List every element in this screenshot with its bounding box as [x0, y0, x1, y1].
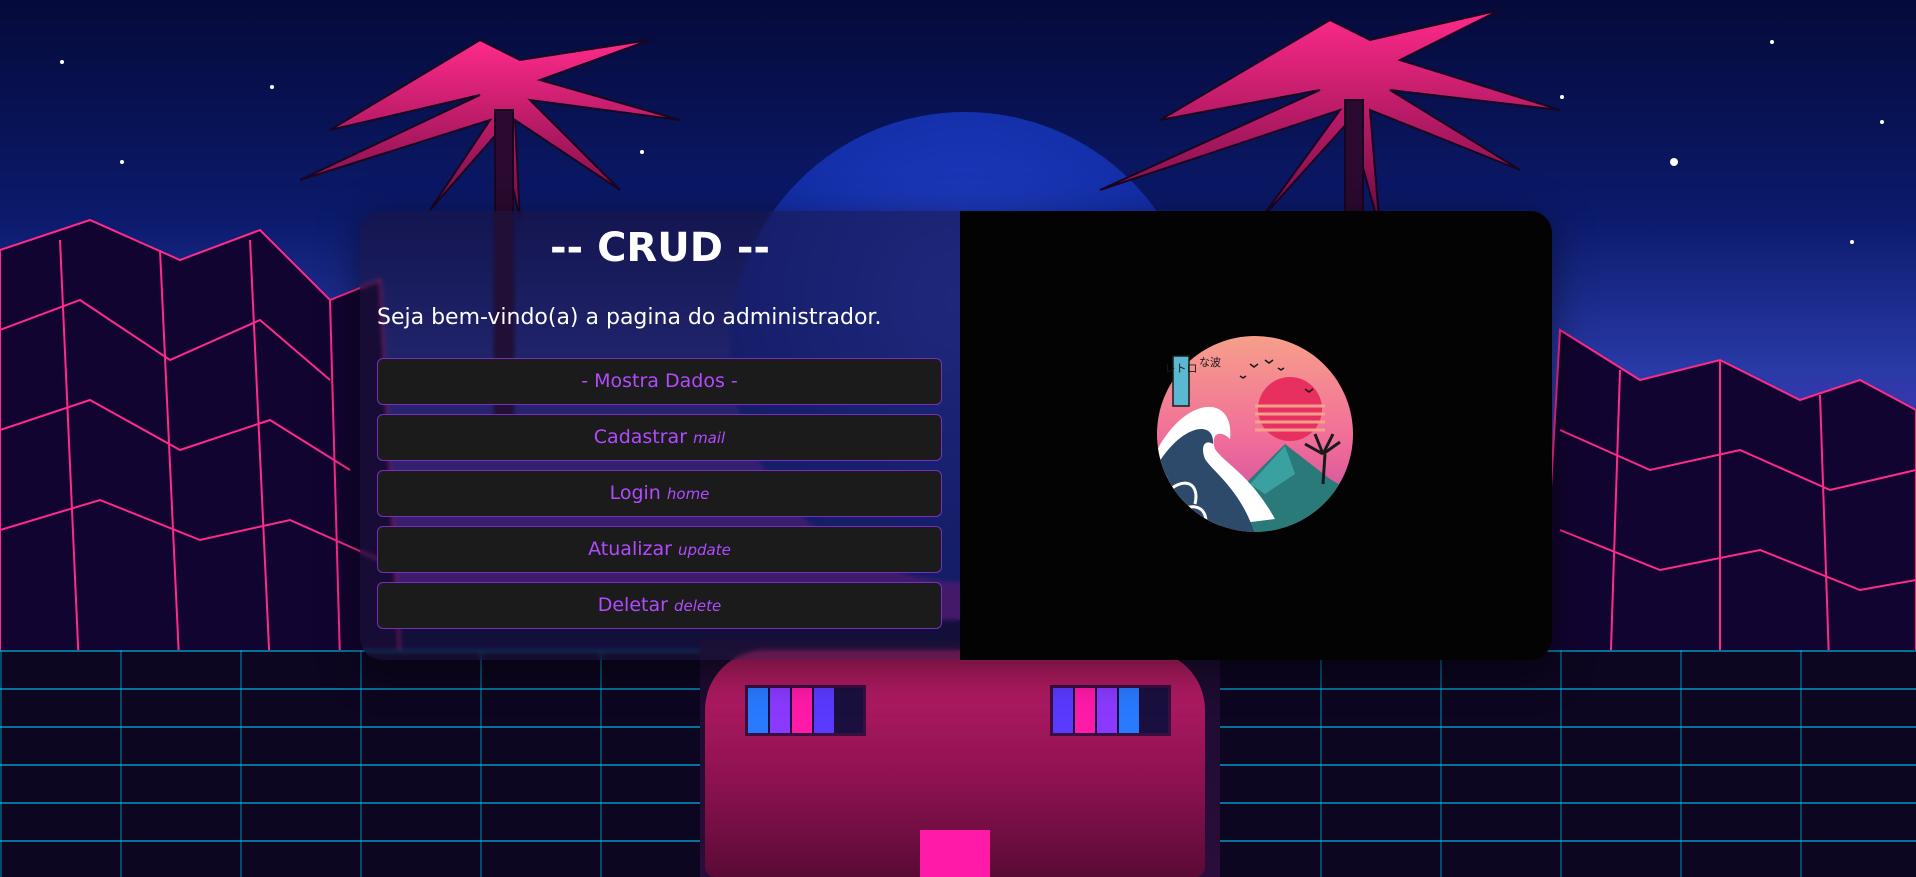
menu-section: -- CRUD -- Seja bem-vindo(a) a pagina do… [360, 211, 960, 660]
atualizar-button[interactable]: Atualizar update [377, 526, 942, 573]
taillight-left [745, 685, 866, 736]
home-icon: home [666, 485, 710, 503]
mountain-right [1538, 328, 1916, 692]
great-wave-retro-logo: レトロ な波 [1157, 336, 1353, 532]
mostra-dados-button[interactable]: - Mostra Dados - [377, 358, 942, 405]
deletar-label: Deletar [597, 594, 668, 616]
cadastrar-button[interactable]: Cadastrar mail [377, 414, 942, 461]
car [705, 650, 1205, 877]
logo-section: レトロ な波 [960, 211, 1552, 660]
logo-side-text: な波 [1199, 356, 1221, 369]
logo-vertical-text: レトロ [1165, 362, 1198, 375]
update-icon: update [677, 541, 731, 559]
mostra-dados-label: - Mostra Dados - [581, 370, 738, 392]
deletar-button[interactable]: Deletar delete [377, 582, 942, 629]
license-plate [920, 830, 990, 877]
mail-icon: mail [693, 429, 726, 447]
atualizar-label: Atualizar [588, 538, 672, 560]
taillight-right [1050, 685, 1171, 736]
page-title: -- CRUD -- [549, 225, 771, 271]
welcome-text: Seja bem-vindo(a) a pagina do administra… [377, 305, 882, 330]
cadastrar-label: Cadastrar [593, 426, 688, 448]
crud-panel: -- CRUD -- Seja bem-vindo(a) a pagina do… [360, 211, 1552, 660]
login-label: Login [609, 482, 661, 504]
login-button[interactable]: Login home [377, 470, 942, 517]
mountain-left [0, 218, 402, 692]
delete-icon: delete [673, 597, 722, 615]
